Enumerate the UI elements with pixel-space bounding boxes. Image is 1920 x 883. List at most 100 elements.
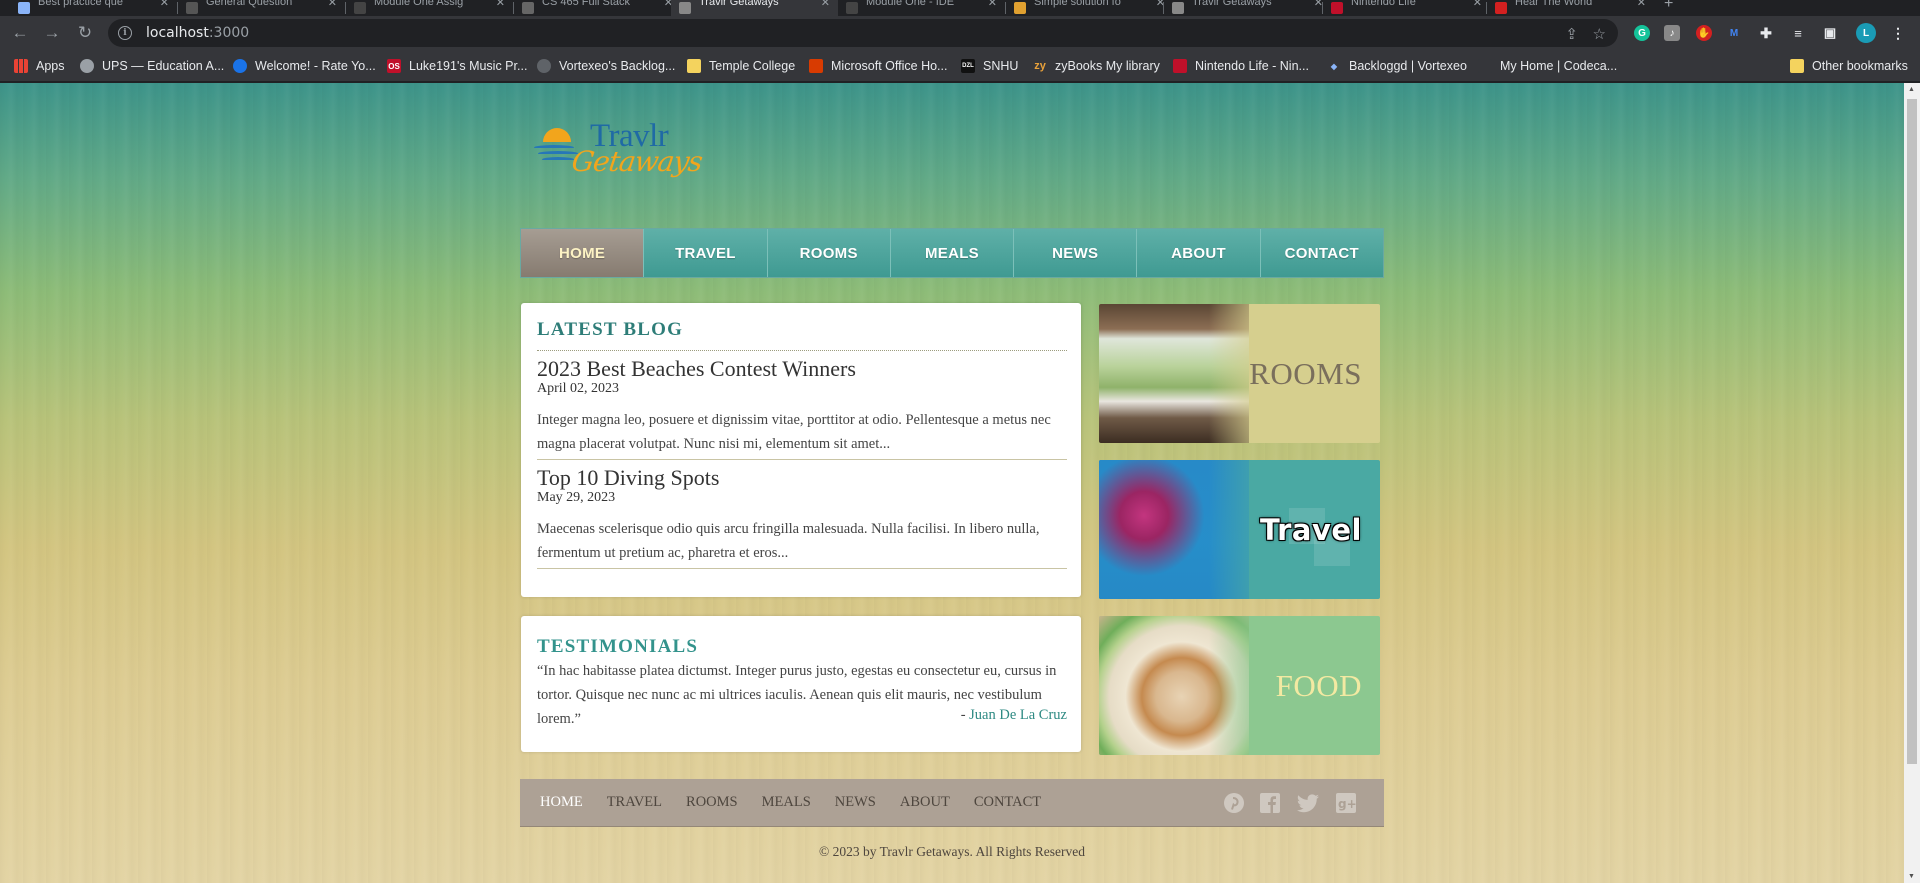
site-info-icon[interactable]: i [118, 26, 132, 40]
nav-news[interactable]: NEWS [1014, 229, 1138, 277]
browser-tab[interactable]: Nintendo Life ✕ [1323, 0, 1490, 16]
tab-label: General Question [206, 0, 293, 8]
bookmark-item[interactable]: DZL SNHU [961, 58, 1018, 74]
grammarly-extension-icon[interactable]: G [1634, 25, 1650, 41]
adblock-extension-icon[interactable]: ✋ [1696, 25, 1712, 41]
blog-post-date: May 29, 2023 [537, 490, 616, 505]
nav-home[interactable]: HOME [521, 229, 645, 277]
extensions-puzzle-icon[interactable]: ✚ [1758, 25, 1774, 41]
facebook-icon[interactable] [1258, 791, 1282, 815]
tab-favicon [522, 2, 534, 14]
music-extension-icon[interactable]: ♪ [1664, 25, 1680, 41]
close-icon[interactable]: ✕ [328, 0, 337, 9]
testimonial-author: - Juan De La Cruz [960, 707, 1067, 723]
footer-link-contact[interactable]: CONTACT [974, 794, 1041, 811]
bookmark-apps[interactable]: Apps [14, 58, 65, 74]
reading-list-icon[interactable]: ≡ [1790, 25, 1806, 41]
menu-dots-icon[interactable]: ⋮ [1890, 25, 1906, 41]
close-icon[interactable]: ✕ [1637, 0, 1646, 9]
site-favicon: zy [1034, 60, 1046, 72]
close-icon[interactable]: ✕ [821, 0, 830, 9]
close-icon[interactable]: ✕ [160, 0, 169, 9]
bookmark-star-icon[interactable]: ☆ [1593, 25, 1606, 43]
bookmark-item[interactable]: UPS — Education A... [80, 58, 224, 74]
page-scrollbar[interactable]: ▲ ▼ [1904, 83, 1920, 883]
footer-link-rooms[interactable]: ROOMS [686, 794, 738, 811]
nav-about[interactable]: ABOUT [1137, 229, 1261, 277]
browser-tab[interactable]: Module One - IDE ✕ [838, 0, 1005, 16]
nav-rooms[interactable]: ROOMS [767, 229, 891, 277]
footer-link-meals[interactable]: MEALS [762, 794, 811, 811]
testimonials-title: TESTIMONIALS [537, 636, 699, 657]
bookmark-item[interactable]: My Home | Codeca... [1478, 58, 1617, 74]
address-bar[interactable]: i localhost:3000 ⇪ ☆ [108, 19, 1618, 47]
bookmark-item[interactable]: Temple College [687, 58, 795, 74]
nav-contact[interactable]: CONTACT [1260, 229, 1383, 277]
latest-blog-panel: LATEST BLOG 2023 Best Beaches Contest Wi… [521, 303, 1081, 597]
bookmark-item[interactable]: ◆ Backloggd | Vortexeo [1327, 58, 1467, 74]
food-tile[interactable]: FOOD [1099, 616, 1380, 755]
tab-favicon [18, 2, 30, 14]
browser-tab[interactable]: Hear The World ✕ [1487, 0, 1654, 16]
close-icon[interactable]: ✕ [496, 0, 505, 9]
bookmark-item[interactable]: OS Luke191's Music Pr... [387, 58, 527, 74]
bookmark-item[interactable]: Welcome! - Rate Yo... [233, 58, 376, 74]
browser-tab-active[interactable]: Travlr Getaways ✕ [671, 0, 838, 16]
browser-tab[interactable]: Travlr Getaways ✕ [1164, 0, 1331, 16]
forward-icon[interactable]: → [40, 21, 64, 45]
tab-label: Travlr Getaways [699, 0, 779, 8]
bookmark-item[interactable]: zy zyBooks My library [1033, 58, 1160, 74]
side-panel-icon[interactable]: ▣ [1822, 25, 1838, 41]
close-icon[interactable]: ✕ [988, 0, 997, 9]
svg-text:g+: g+ [1338, 797, 1357, 811]
footer-link-home[interactable]: HOME [540, 794, 583, 811]
reload-icon[interactable]: ↻ [73, 21, 97, 45]
blog-post-excerpt: Integer magna leo, posuere et dignissim … [537, 412, 1051, 452]
profile-avatar[interactable]: L [1856, 23, 1876, 43]
tab-favicon [1495, 2, 1507, 14]
apps-grid-icon [14, 59, 28, 73]
footer-link-news[interactable]: NEWS [835, 794, 876, 811]
folder-icon [687, 59, 701, 73]
back-icon[interactable]: ← [8, 21, 32, 45]
share-icon[interactable]: ⇪ [1565, 25, 1578, 43]
tab-label: Hear The World [1515, 0, 1593, 8]
twitter-icon[interactable] [1296, 791, 1320, 815]
site-logo[interactable]: Travlr Getaways [530, 118, 720, 184]
site-favicon: ◆ [1330, 61, 1338, 71]
bookmarks-bar: Apps UPS — Education A... Welcome! - Rat… [0, 50, 1920, 82]
browser-tab[interactable]: Simple solution fo ✕ [1006, 0, 1173, 16]
pinterest-icon[interactable] [1222, 791, 1246, 815]
scrollbar-thumb[interactable] [1907, 99, 1917, 764]
footer-link-about[interactable]: ABOUT [900, 794, 950, 811]
footer-nav: HOME TRAVEL ROOMS MEALS NEWS ABOUT CONTA… [520, 779, 1384, 827]
browser-tab[interactable]: Module One Assig ✕ [346, 0, 513, 16]
travel-tile[interactable]: Travel [1099, 460, 1380, 599]
nav-travel[interactable]: TRAVEL [644, 229, 768, 277]
bookmark-item[interactable]: Vortexeo's Backlog... [537, 58, 675, 74]
bookmark-item[interactable]: Nintendo Life - Nin... [1173, 58, 1309, 74]
scroll-up-icon[interactable]: ▲ [1908, 86, 1915, 93]
site-favicon [1173, 59, 1187, 73]
browser-tab[interactable]: General Question ✕ [178, 0, 345, 16]
google-plus-icon[interactable]: g+ [1334, 791, 1358, 815]
logo-sun [543, 128, 571, 142]
close-icon[interactable]: ✕ [1473, 0, 1482, 9]
blog-post-title[interactable]: 2023 Best Beaches Contest Winners [537, 357, 1067, 381]
divider [537, 350, 1067, 351]
rooms-tile[interactable]: ROOMS [1099, 304, 1380, 443]
blog-post-title[interactable]: Top 10 Diving Spots [537, 466, 1067, 490]
footer-link-travel[interactable]: TRAVEL [607, 794, 662, 811]
m-extension-icon[interactable]: M [1726, 25, 1742, 41]
scroll-down-icon[interactable]: ▼ [1908, 873, 1915, 880]
browser-tab[interactable]: CS 465 Full Stack ✕ [514, 0, 681, 16]
nav-meals[interactable]: MEALS [890, 229, 1015, 277]
browser-tab[interactable]: Best practice que ✕ [10, 0, 177, 16]
latest-blog-title: LATEST BLOG [537, 319, 684, 340]
tab-label: CS 465 Full Stack [542, 0, 631, 8]
rooms-tile-label: ROOMS [1249, 355, 1362, 391]
bookmark-other[interactable]: Other bookmarks [1790, 58, 1908, 74]
bookmark-item[interactable]: Microsoft Office Ho... [809, 58, 947, 74]
new-tab-icon[interactable]: + [1664, 0, 1673, 13]
tab-favicon [1331, 2, 1343, 14]
